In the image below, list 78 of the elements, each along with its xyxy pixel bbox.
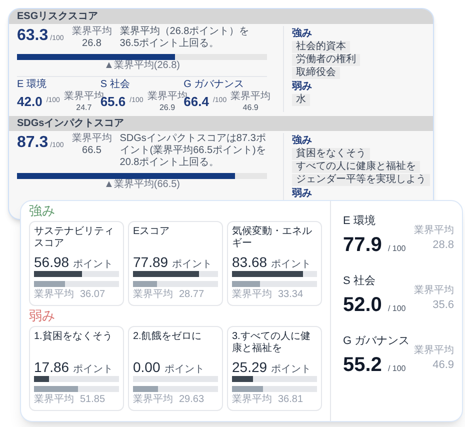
average-value: 36.07 (80, 289, 106, 301)
average-label: 業界平均 (232, 289, 272, 301)
average-marker: ▲業界平均(66.5) (104, 179, 180, 191)
section-heading: 強み (292, 28, 313, 40)
average-value: 28.77 (179, 289, 204, 301)
average-value: 36.81 (278, 394, 304, 406)
metric-title: 1.貧困をなくそう (34, 331, 114, 343)
metric-title: 気候変動・エネルギー (232, 226, 313, 250)
average-label: 業界平均 (133, 289, 173, 301)
metric-title: 2.飢餓をゼロに (133, 331, 202, 343)
average-label: 業界平均 (230, 91, 271, 103)
pillar-label: G ガバナンス (184, 79, 246, 90)
pillar-label: E 環境 (343, 214, 376, 229)
metric-score: 56.98 (34, 254, 70, 270)
metric-title: サステナビリティスコア (34, 226, 115, 250)
average-label: 業界平均 (133, 394, 173, 406)
score-value: 87.3 (17, 133, 48, 153)
score-unit: / 100 (388, 363, 406, 375)
average-value: 66.5 (82, 145, 102, 157)
tag: 貧困をなくそう (292, 148, 370, 160)
metric-title: 3.すべての人に健康と福祉を (232, 331, 312, 355)
pillar-label: G ガバナンス (343, 334, 411, 349)
metric-score: 83.68 (232, 254, 268, 270)
tag: すべての人に健康と福祉を (292, 161, 420, 173)
metric-score: 25.29 (232, 359, 268, 375)
score-description: 業界平均（26.8ポイント）を36.5ポイント上回る。 (120, 26, 250, 50)
pillar-score: 55.2 (343, 353, 382, 377)
average-value: 26.8 (82, 38, 102, 50)
score-value: 63.3 (17, 26, 48, 46)
average-value: 46.9 (432, 358, 454, 373)
section-header: ESGリスクスコア (9, 9, 433, 24)
average-label: 業界平均 (72, 133, 112, 145)
tag: 社会的資本 (292, 41, 350, 53)
pillar-label: S 社会 (100, 79, 131, 91)
tag: 労働者の権利 (292, 54, 360, 66)
average-value: 29.63 (179, 394, 204, 406)
average-value: 35.6 (432, 298, 454, 313)
average-value: 51.85 (80, 394, 106, 406)
group-heading: 弱み (29, 308, 56, 324)
pillar-label: S 社会 (343, 274, 376, 289)
metric-score: 77.89 (133, 254, 168, 270)
average-marker: ▲業界平均(26.8) (104, 60, 180, 72)
pillar-label: E 環境 (17, 79, 48, 91)
average-label: 業界平均 (34, 289, 74, 301)
metric-title: Eスコア (133, 226, 171, 238)
average-value: 46.9 (242, 103, 258, 112)
average-label: 業界平均 (232, 394, 272, 406)
score-unit: ポイント (73, 364, 114, 376)
average-value: 28.8 (432, 238, 454, 253)
average-value: 33.34 (278, 289, 304, 301)
score-unit: ポイント (271, 259, 312, 271)
section-heading: 弱み (292, 81, 313, 93)
pillar-score: 52.0 (343, 293, 382, 317)
score-unit: ポイント (172, 259, 212, 271)
average-label: 業界平均 (414, 225, 454, 237)
tag: 取締役会 (292, 67, 340, 79)
metric-score: 17.86 (34, 359, 70, 375)
score-unit: / 100 (388, 303, 406, 315)
group-heading: 強み (29, 203, 56, 219)
average-label: 業界平均 (34, 394, 74, 406)
section-heading: 強み (292, 135, 313, 147)
pillar-score: 42.0 (17, 92, 42, 111)
score-unit: / 100 (388, 243, 406, 255)
section-heading: 弱み (292, 188, 313, 200)
score-unit: ポイント (164, 364, 204, 376)
tag: ジェンダー平等を実現しよう (292, 174, 430, 186)
score-description: SDGsインパクトスコアは87.3ポイント(業界平均66.5ポイント)を20.8ポイント上回る。 (120, 133, 267, 169)
section-header: SDGsインパクトスコア (9, 116, 433, 131)
average-label: 業界平均 (414, 345, 454, 357)
score-unit: ポイント (73, 259, 114, 271)
average-label: 業界平均 (414, 285, 454, 297)
average-value: 26.9 (159, 103, 176, 112)
average-label: 業界平均 (72, 26, 112, 38)
tag: 水 (292, 94, 310, 106)
average-value: 24.7 (76, 103, 92, 112)
score-unit: ポイント (271, 364, 312, 376)
pillar-score: 77.9 (343, 233, 382, 257)
metric-score: 0.00 (133, 359, 160, 375)
